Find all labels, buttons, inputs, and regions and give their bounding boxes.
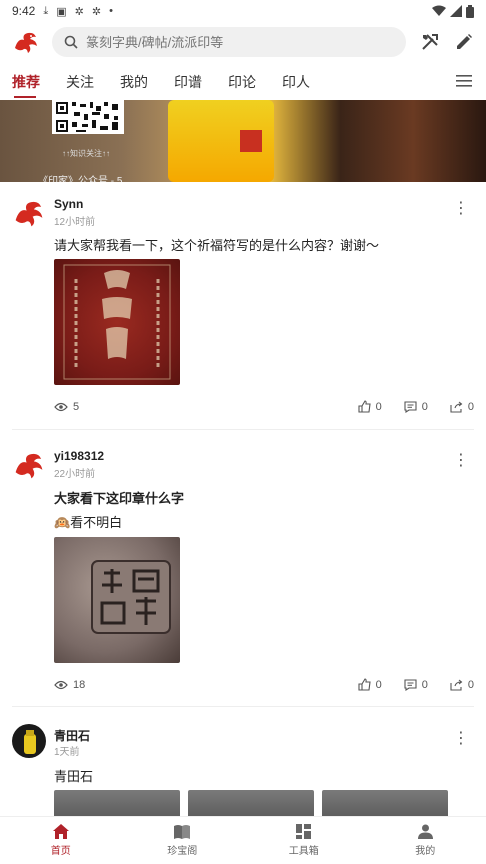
banner-caption: 《印家》公众号 - 5 — [38, 176, 123, 182]
more-icon[interactable]: ⋮ — [453, 198, 470, 218]
comment-icon — [404, 678, 417, 691]
thumbs-up-icon — [358, 400, 371, 413]
divider — [12, 429, 474, 430]
top-bar — [0, 24, 486, 60]
comment-icon — [404, 400, 417, 413]
share-button[interactable]: 0 — [450, 400, 474, 413]
grid-icon — [296, 824, 312, 839]
share-icon — [450, 401, 463, 413]
book-icon — [174, 825, 191, 839]
home-icon — [52, 824, 69, 839]
post-time: 22小时前 — [54, 469, 96, 480]
post-image[interactable] — [54, 259, 180, 385]
banner-caption-small: ↑↑知识关注↑↑ — [62, 149, 110, 158]
category-tabs: 推荐 关注 我的 印谱 印论 印人 — [0, 64, 486, 100]
nav-toolbox[interactable]: 工具箱 — [243, 817, 365, 864]
comment-button[interactable]: 0 — [404, 400, 428, 413]
post-username[interactable]: Synn — [54, 197, 83, 211]
dot-icon: • — [109, 5, 113, 17]
nav-treasure[interactable]: 珍宝阁 — [122, 817, 244, 864]
tab-follow[interactable]: 关注 — [66, 64, 94, 100]
post-card[interactable]: yi198312 22小时前 ⋮ 大家看下这印章什么字 🙉看不明白 18 0 0… — [0, 438, 486, 698]
dragon-logo[interactable] — [12, 28, 40, 56]
avatar[interactable] — [12, 724, 46, 758]
share-icon — [450, 679, 463, 691]
comment-button[interactable]: 0 — [404, 678, 428, 691]
post-username[interactable]: 青田石 — [54, 727, 90, 744]
search-input[interactable] — [86, 34, 386, 50]
post-time: 12小时前 — [54, 217, 96, 228]
tab-seal-catalog[interactable]: 印谱 — [174, 64, 202, 100]
wifi-icon — [432, 5, 446, 16]
share-button[interactable]: 0 — [450, 678, 474, 691]
thumbs-up-icon — [358, 678, 371, 691]
post-card[interactable]: Synn 12小时前 ⋮ 请大家帮我看一下，这个祈福符写的是什么内容？谢谢～ 5… — [0, 186, 486, 418]
download-icon: ⤓ — [43, 4, 49, 17]
bottom-nav: 首页 珍宝阁 工具箱 我的 — [0, 816, 486, 864]
post-username[interactable]: yi198312 — [54, 449, 104, 463]
nav-profile[interactable]: 我的 — [365, 817, 486, 864]
tools-icon[interactable] — [420, 32, 440, 52]
status-bar: 9:42 ⤓ ▣ ✲ ✲ • — [0, 0, 486, 22]
red-seal-stamp — [240, 130, 262, 152]
avatar[interactable] — [12, 196, 46, 230]
bug-icon: ✲ — [74, 5, 84, 18]
qr-code-image — [52, 100, 124, 134]
bug-icon: ✲ — [91, 5, 102, 18]
eye-icon — [54, 402, 68, 411]
post-stats: 5 0 0 0 — [54, 400, 474, 413]
tab-seal-theory[interactable]: 印论 — [228, 64, 256, 100]
search-icon — [64, 35, 78, 49]
post-card[interactable]: 青田石 1天前 ⋮ 青田石 — [0, 716, 486, 820]
person-icon — [417, 824, 433, 839]
divider — [12, 706, 474, 707]
post-stats: 18 0 0 0 — [54, 678, 474, 691]
status-time: 9:42 — [12, 4, 36, 18]
post-body[interactable]: 🙉看不明白 — [54, 512, 122, 531]
more-icon[interactable]: ⋮ — [453, 728, 470, 748]
post-title[interactable]: 请大家帮我看一下，这个祈福符写的是什么内容？谢谢～ — [54, 235, 379, 254]
search-bar[interactable] — [52, 27, 406, 57]
more-icon[interactable]: ⋮ — [453, 450, 470, 470]
battery-icon — [466, 4, 474, 18]
post-title[interactable]: 大家看下这印章什么字 — [54, 488, 184, 507]
signal-icon — [450, 5, 462, 17]
tab-recommend[interactable]: 推荐 — [12, 64, 40, 100]
nav-home[interactable]: 首页 — [0, 817, 122, 864]
promo-banner[interactable]: ↑↑知识关注↑↑ 《印家》公众号 - 5 — [0, 100, 486, 182]
menu-icon[interactable] — [456, 74, 472, 88]
views-stat: 5 — [54, 401, 79, 413]
a-icon: ▣ — [56, 5, 67, 18]
post-title[interactable]: 青田石 — [54, 766, 93, 785]
edit-icon[interactable] — [454, 32, 474, 52]
eye-icon — [54, 680, 68, 689]
like-button[interactable]: 0 — [358, 678, 382, 691]
tab-seal-artists[interactable]: 印人 — [282, 64, 310, 100]
tab-mine[interactable]: 我的 — [120, 64, 148, 100]
avatar[interactable] — [12, 448, 46, 482]
views-stat: 18 — [54, 679, 85, 691]
post-time: 1天前 — [54, 747, 80, 758]
like-button[interactable]: 0 — [358, 400, 382, 413]
post-image[interactable] — [54, 537, 180, 663]
